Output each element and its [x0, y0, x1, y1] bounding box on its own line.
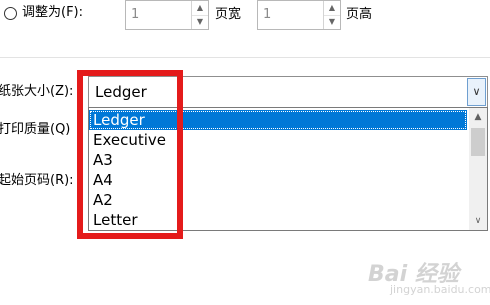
- pages-wide-unit: 页宽: [215, 7, 242, 22]
- paper-size-label: 纸张大小(Z):: [0, 84, 74, 99]
- pages-tall-value: 1: [263, 7, 272, 22]
- dropdown-scrollbar[interactable]: ▲ ∨: [469, 108, 487, 230]
- pages-wide-stepper[interactable]: 1 ▲ ▼: [125, 0, 209, 30]
- first-page-number-label: 起始页码(R):: [0, 173, 74, 188]
- triangle-up-icon[interactable]: ▲: [324, 1, 340, 16]
- triangle-down-icon[interactable]: ▼: [192, 15, 208, 29]
- triangle-up-icon[interactable]: ▲: [192, 1, 208, 16]
- fit-to-radio[interactable]: [4, 7, 17, 20]
- pages-tall-spin-buttons: ▲ ▼: [323, 1, 340, 29]
- section-divider: [0, 57, 490, 58]
- pages-wide-value: 1: [131, 7, 140, 22]
- scroll-down-icon[interactable]: ∨: [469, 212, 487, 230]
- triangle-down-icon[interactable]: ▼: [324, 15, 340, 29]
- fit-to-label: 调整为(F):: [22, 5, 84, 20]
- watermark-url: jingyan.baidu.com: [390, 283, 490, 296]
- pages-tall-stepper[interactable]: 1 ▲ ▼: [257, 0, 341, 30]
- print-quality-label: 打印质量(Q): [0, 122, 71, 137]
- pages-wide-spin-buttons: ▲ ▼: [191, 1, 208, 29]
- scroll-up-icon[interactable]: ▲: [469, 108, 487, 126]
- annotation-highlight-box: [77, 70, 183, 239]
- pages-tall-unit: 页高: [346, 7, 373, 22]
- chevron-down-icon[interactable]: ∨: [467, 78, 486, 106]
- scrollbar-thumb[interactable]: [471, 128, 485, 156]
